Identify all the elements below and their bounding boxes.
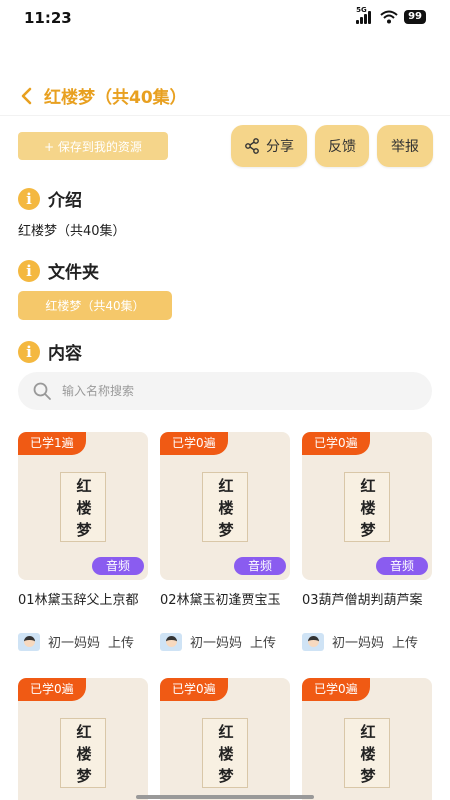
- avatar: [302, 632, 324, 651]
- episode-card[interactable]: 红楼梦 已学0遍: [302, 678, 432, 800]
- cover-title: 红楼梦: [360, 477, 376, 539]
- cover-art: 红楼梦: [202, 472, 248, 542]
- intro-text: 红楼梦（共40集）: [18, 224, 126, 239]
- home-indicator[interactable]: [136, 795, 314, 799]
- episode-title: 02林黛玉初逢贾宝玉: [160, 593, 281, 608]
- status-time: 11:23: [24, 9, 72, 27]
- episode-cover: 红楼梦 已学0遍: [302, 678, 432, 800]
- uploader-row: 初一妈妈 上传: [18, 632, 148, 651]
- episode-cover: 红楼梦 已学0遍 音频: [302, 432, 432, 580]
- content-title: 内容: [48, 344, 82, 364]
- wifi-icon: [380, 10, 398, 24]
- study-count-badge: 已学0遍: [160, 432, 228, 455]
- info-icon: i: [18, 259, 40, 282]
- study-count-badge: 已学1遍: [18, 432, 86, 455]
- cover-title: 红楼梦: [76, 477, 92, 539]
- episode-title: 03葫芦僧胡判葫芦案: [302, 593, 423, 608]
- status-icons: 5G 99: [356, 6, 426, 24]
- folder-heading: i 文件夹: [18, 258, 99, 283]
- info-icon: i: [18, 340, 40, 363]
- study-count-badge: 已学0遍: [18, 678, 86, 701]
- cover-art: 红楼梦: [202, 718, 248, 788]
- content-heading: i 内容: [18, 339, 82, 364]
- cover-title: 红楼梦: [218, 723, 234, 785]
- cover-title: 红楼梦: [360, 723, 376, 785]
- upload-label: 上传: [250, 636, 277, 651]
- nav-bar: 红楼梦（共40集）: [0, 76, 450, 116]
- cover-art: 红楼梦: [60, 472, 106, 542]
- uploader-name: 初一妈妈: [190, 636, 243, 651]
- uploader-row: 初一妈妈 上传: [160, 632, 290, 651]
- episode-cover: 红楼梦 已学1遍 音频: [18, 432, 148, 580]
- episode-cover: 红楼梦 已学0遍: [160, 678, 290, 800]
- uploader-name: 初一妈妈: [48, 636, 101, 651]
- back-arrow-icon[interactable]: [18, 87, 36, 105]
- share-label: 分享: [266, 139, 294, 155]
- cover-art: 红楼梦: [344, 718, 390, 788]
- episode-card[interactable]: 红楼梦 已学0遍 音频 03葫芦僧胡判葫芦案 初一妈妈 上传: [302, 432, 432, 651]
- battery-icon: 99: [404, 10, 426, 24]
- share-icon: [245, 138, 259, 154]
- audio-tag: 音频: [92, 557, 144, 575]
- audio-tag: 音频: [234, 557, 286, 575]
- episode-title: 01林黛玉辞父上京都: [18, 593, 139, 608]
- search-icon: [33, 382, 51, 400]
- episode-card[interactable]: 红楼梦 已学0遍: [160, 678, 290, 800]
- cover-art: 红楼梦: [344, 472, 390, 542]
- episode-card[interactable]: 红楼梦 已学0遍 音频 02林黛玉初逢贾宝玉 初一妈妈 上传: [160, 432, 290, 651]
- signal-icon: 5G: [356, 6, 374, 24]
- share-button[interactable]: 分享: [231, 125, 307, 167]
- report-button[interactable]: 举报: [377, 125, 433, 167]
- upload-label: 上传: [108, 636, 135, 651]
- episode-cover: 红楼梦 已学0遍: [18, 678, 148, 800]
- folder-chip[interactable]: 红楼梦（共40集）: [18, 291, 172, 320]
- study-count-badge: 已学0遍: [302, 432, 370, 455]
- cover-art: 红楼梦: [60, 718, 106, 788]
- network-label: 5G: [356, 6, 367, 14]
- search-input[interactable]: [62, 384, 382, 398]
- episode-card[interactable]: 红楼梦 已学0遍: [18, 678, 148, 800]
- avatar: [160, 632, 182, 651]
- audio-tag: 音频: [376, 557, 428, 575]
- uploader-row: 初一妈妈 上传: [302, 632, 432, 651]
- folder-title: 文件夹: [48, 263, 99, 283]
- episode-card[interactable]: 红楼梦 已学1遍 音频 01林黛玉辞父上京都 初一妈妈 上传: [18, 432, 148, 651]
- study-count-badge: 已学0遍: [302, 678, 370, 701]
- search-bar[interactable]: [18, 372, 432, 410]
- intro-heading: i 介绍: [18, 186, 82, 211]
- cover-title: 红楼梦: [218, 477, 234, 539]
- upload-label: 上传: [392, 636, 419, 651]
- intro-title: 介绍: [48, 191, 82, 211]
- study-count-badge: 已学0遍: [160, 678, 228, 701]
- avatar: [18, 632, 40, 651]
- info-icon: i: [18, 187, 40, 210]
- uploader-name: 初一妈妈: [332, 636, 385, 651]
- status-bar: 11:23 5G 99: [0, 0, 450, 36]
- cover-title: 红楼梦: [76, 723, 92, 785]
- episode-cover: 红楼梦 已学0遍 音频: [160, 432, 290, 580]
- action-row: + 保存到我的资源 分享 反馈 举报: [0, 123, 450, 169]
- save-to-my-resources-button[interactable]: + 保存到我的资源: [18, 132, 168, 160]
- feedback-button[interactable]: 反馈: [315, 125, 369, 167]
- page-title: 红楼梦（共40集）: [44, 88, 187, 108]
